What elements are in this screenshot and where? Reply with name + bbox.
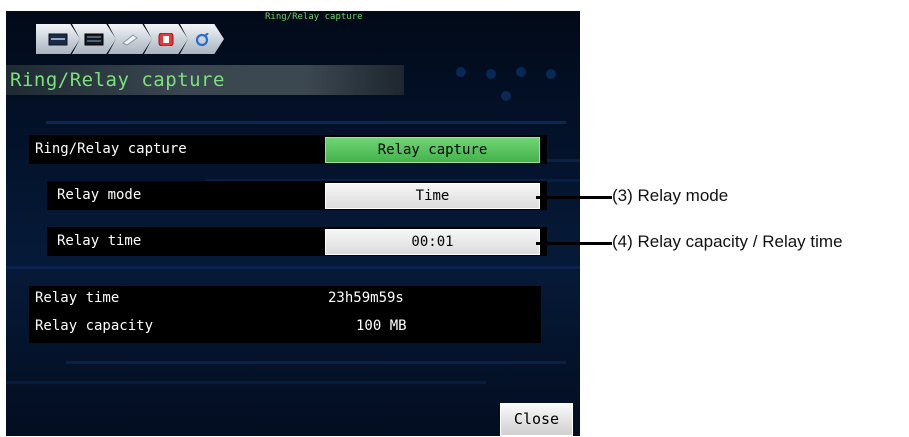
page-title: Ring/Relay capture	[10, 69, 225, 91]
bg-dot	[516, 67, 526, 77]
relay-time-label: Relay time	[57, 233, 142, 249]
bg-streak	[6, 381, 486, 384]
callout-line-mode	[536, 196, 612, 199]
breadcrumb-caption: Ring/Relay capture	[265, 12, 363, 22]
menu-icon	[122, 33, 138, 46]
bg-streak	[66, 361, 566, 364]
bg-streak	[46, 121, 566, 124]
breadcrumb	[36, 24, 224, 54]
device-screen: Ring/Relay capture Ring/Relay capture Ri…	[6, 11, 580, 436]
crumb-monitor[interactable]	[36, 24, 80, 54]
bg-dot	[501, 91, 511, 101]
capture-mode-button[interactable]: Relay capture	[325, 137, 540, 163]
callout-relay-time: (4) Relay capacity / Relay time	[612, 232, 843, 251]
display-icon	[84, 33, 104, 45]
bg-streak	[6, 266, 580, 269]
stop-record-icon	[158, 32, 174, 46]
info-time-value: 23h59m59s	[328, 290, 404, 306]
capture-label: Ring/Relay capture	[35, 141, 187, 157]
bg-dot	[456, 67, 466, 77]
settings-icon	[195, 32, 209, 46]
bg-dot	[486, 69, 496, 79]
callout-relay-mode: (3) Relay mode	[612, 186, 729, 205]
info-capacity-value: 100 MB	[356, 318, 407, 334]
info-time-label: Relay time	[35, 290, 120, 306]
relay-mode-label: Relay mode	[57, 187, 142, 203]
callout-line-time	[536, 242, 612, 245]
info-capacity-label: Relay capacity	[35, 318, 154, 334]
close-button[interactable]: Close	[500, 403, 573, 436]
bg-dot	[546, 69, 556, 79]
relay-mode-button[interactable]: Time	[325, 183, 540, 209]
monitor-icon	[48, 33, 68, 45]
relay-time-button[interactable]: 00:01	[325, 229, 540, 255]
